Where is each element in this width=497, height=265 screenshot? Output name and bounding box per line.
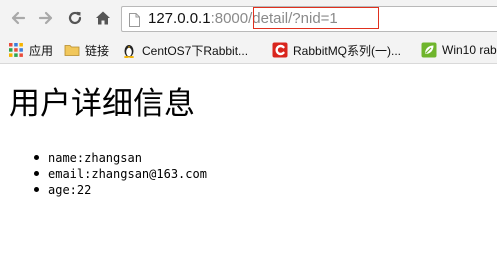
url-host: 127.0.0.1: [148, 10, 211, 27]
reload-icon: [68, 11, 82, 25]
forward-arrow-icon: [38, 11, 53, 25]
bookmark-centos-rabbit[interactable]: CentOS7下Rabbit...: [121, 41, 248, 59]
bookmark-win10-rab[interactable]: Win10 rab: [421, 41, 497, 59]
bookmark-label: CentOS7下Rabbit...: [142, 43, 249, 58]
linux-tux-icon: [121, 42, 137, 58]
list-item-age: age:22: [34, 182, 207, 198]
list-item-email: email:zhangsan@163.com: [34, 167, 207, 181]
forward-button[interactable]: [37, 9, 55, 27]
bookmark-apps[interactable]: 应用: [8, 41, 53, 59]
page-content: 用户详细信息 name:zhangsan email:zhangsan@163.…: [0, 64, 497, 265]
address-bar[interactable]: 127.0.0.1:8000/detail/?nid=1: [121, 6, 497, 32]
bookmark-rabbitmq-series[interactable]: RabbitMQ系列(一)...: [272, 41, 401, 59]
url-text: 127.0.0.1:8000/detail/?nid=1: [148, 10, 338, 28]
bookmark-label: Win10 rab: [442, 43, 497, 57]
home-icon: [96, 11, 110, 25]
bookmark-label: RabbitMQ系列(一)...: [293, 43, 402, 58]
page-title: 用户详细信息: [9, 86, 195, 122]
bookmark-folder-links[interactable]: 链接: [64, 41, 109, 59]
red-c-logo-icon: [272, 42, 288, 58]
user-info-list: name:zhangsan email:zhangsan@163.com age…: [0, 150, 207, 198]
back-button[interactable]: [9, 9, 27, 27]
back-arrow-icon: [11, 11, 26, 25]
page-icon: [129, 12, 140, 31]
bookmark-label: 应用: [29, 43, 54, 58]
bookmarks-bar: 应用 链接 CentOS7下Rabbit... RabbitMQ系列(一)...…: [0, 36, 497, 64]
url-port: :8000: [210, 10, 249, 27]
browser-toolbar: 127.0.0.1:8000/detail/?nid=1: [0, 0, 497, 36]
bookmark-label: 链接: [85, 43, 110, 58]
home-button[interactable]: [94, 9, 112, 27]
green-leaf-logo-icon: [421, 42, 437, 58]
url-path: /detail/?nid=1: [248, 10, 338, 27]
folder-icon: [64, 42, 80, 58]
apps-grid-icon: [8, 42, 24, 58]
reload-button[interactable]: [66, 9, 84, 27]
list-item-name: name:zhangsan: [34, 150, 207, 166]
